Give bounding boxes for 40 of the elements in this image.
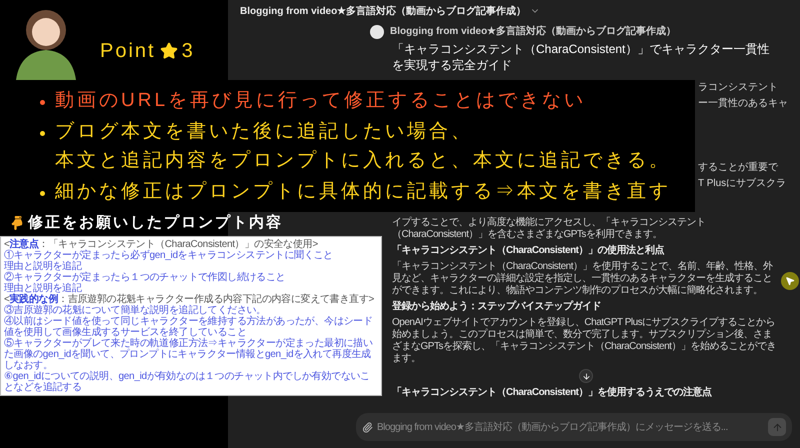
star-icon [160, 42, 178, 60]
pointing-hand-icon [10, 216, 24, 230]
bot-avatar [370, 24, 384, 38]
prompt-line: ⑥gen_idについての説明、gen_idが有効なのは１つのチャット内でしか有効でないことなどを追記する [4, 371, 371, 393]
scroll-down-button[interactable] [579, 369, 593, 383]
paragraph: イプすることで、より高度な機能にアクセスし、「キャラコンシステント（CharaConsistent）」を含むさまざまなGPTsを利用できます。 [392, 217, 706, 241]
prompt-line: ②キャラクターが定まったら１つのチャットで作図し続けること [4, 272, 286, 283]
chat-text-fragment: することが重要で [698, 161, 779, 175]
arrow-down-icon [582, 372, 590, 380]
point-number: 3 [182, 39, 193, 64]
sender-name: Blogging from video★多言語対応（動画からブログ記事作成） [390, 24, 676, 39]
tip-text: 本文と追記内容をプロンプトに入れると、本文に追記できる。 [55, 149, 671, 173]
point-label: Point [100, 39, 156, 64]
message-input[interactable]: Blogging from video★多言語対応（動画からブログ記事作成）にメッセージを送る... [356, 413, 792, 441]
section-heading: 「キャラコンシステント（CharaConsistent）」の使用法と利点 [392, 245, 666, 257]
prompt-heading: <実践的な例：吉原遊郭の花魁キャラクター作成る内容下記の内容に変えて書き直す> [4, 294, 376, 305]
prompt-line: 理由と説明を追記 [4, 261, 82, 272]
prompt-heading: <注意点：「キャラコンシステント（CharaConsistent）」の安全な使用> [4, 239, 319, 250]
prompt-section-title: 修正をお願いしたプロンプト内容 [28, 213, 283, 233]
mouse-pointer-icon [785, 276, 795, 286]
chat-text-fragment: ー一貫性のあるキャ [698, 97, 789, 111]
prompt-line: ⑤キャラクターがブレて来た時の軌道修正方法⇒キャラクターが定まった最初に描いた画像のgen_idを聞いて、プロンプトにキャラクター情報とgen_idを入れて再度生成しなおす。 [4, 338, 374, 371]
tip-text: 細かな修正はプロンプトに具体的に記載する⇒本文を書き直す [55, 180, 671, 204]
arrow-up-icon [772, 422, 782, 432]
chat-text-fragment: ラコンシステント [698, 81, 779, 95]
prompt-line: ①キャラクターが定まったら必ずgen_idをキャラコンシステントに聞くこと [4, 250, 334, 261]
paragraph: 「キャラコンシステント（CharaConsistent）」を使用することで、名前、年齢、性格、外見など、キャラクターの詳細な設定を指定し、一貫性のあるキャラクターを生成することができます。これにより、物語やコンテンツ制作のプロセスが大幅に簡略化されます。 [392, 261, 774, 297]
prompt-line: ④以前はシード値を使って同じキャラクターを維持する方法があったが、今はシード値を使用して画像生成するサービスを終了していること [4, 316, 374, 338]
section-heading: 登録から始めよう：ステップバイステップガイド [392, 301, 602, 313]
tip-text: 動画のURLを再び見に行って修正することはできない [55, 89, 586, 113]
tip-text: ブログ本文を書いた後に追記したい場合、 [55, 120, 474, 144]
paperclip-icon[interactable] [362, 422, 373, 432]
message-field[interactable]: Blogging from video★多言語対応（動画からブログ記事作成）にメッセージを送る... [377, 420, 764, 434]
paragraph: OpenAIウェブサイトでアカウントを登録し、ChatGPT Plusにサブスクライブすることから始めましょう。このプロセスは簡単で、数分で完了します。サブスクリプション後、さまざまなGPTsを探索し、「キャラコンシステント（CharaConsistent）」を始めることができます。 [392, 317, 777, 365]
chat-title[interactable]: Blogging from video★多言語対応（動画からブログ記事作成） [240, 4, 526, 18]
prompt-line: ③吉原遊郭の花魁について簡単な説明を追記してください。 [4, 305, 267, 316]
prompt-line: 理由と説明を追記 [4, 283, 83, 294]
section-heading: 「キャラコンシステント（CharaConsistent）」を使用するうえでの注意点 [392, 387, 713, 399]
message-title: 「キャラコンシステント（CharaConsistent）」でキャラクター一貫性を実現する完全ガイド [392, 41, 770, 73]
chat-text-fragment: T Plusにサブスクラ [698, 177, 788, 191]
